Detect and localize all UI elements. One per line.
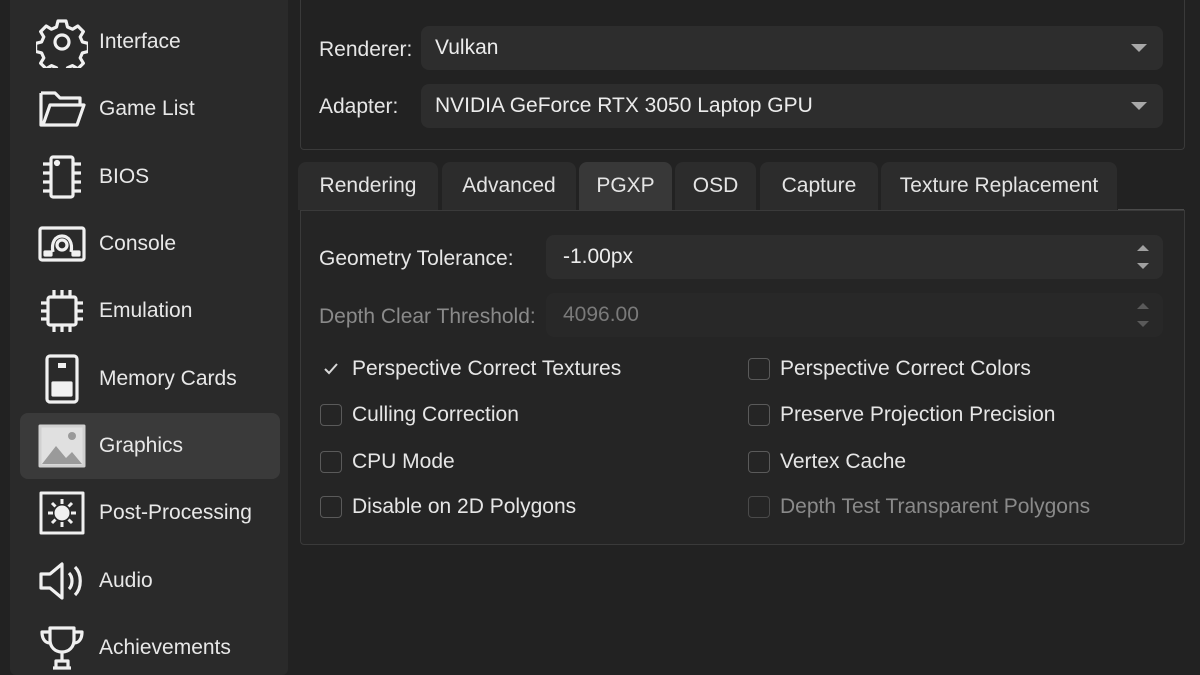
sidebar-item-game-list[interactable]: Game List	[20, 76, 280, 142]
tab-label: PGXP	[596, 174, 655, 197]
tab-pgxp[interactable]: PGXP	[579, 162, 672, 210]
depth-clear-threshold-spinbox[interactable]: 4096.00	[546, 293, 1163, 337]
sidebar-item-label: Post-Processing	[99, 501, 252, 524]
tab-capture[interactable]: Capture	[760, 162, 878, 210]
speaker-icon	[34, 553, 90, 609]
tab-label: OSD	[692, 174, 739, 197]
chevron-down-icon	[1131, 44, 1147, 52]
preserve-projection-precision-checkbox[interactable]: Preserve Projection Precision	[748, 403, 1055, 427]
sidebar-item-memory-cards[interactable]: Memory Cards	[20, 346, 280, 412]
disable-on-2d-polygons-checkbox[interactable]: Disable on 2D Polygons	[320, 495, 576, 519]
checkbox-box	[748, 496, 770, 518]
checkbox-label: Perspective Correct Textures	[352, 357, 622, 380]
checkbox-box	[320, 451, 342, 473]
pgxp-panel: Geometry Tolerance: -1.00px Depth Clear …	[300, 210, 1185, 545]
sidebar-item-bios[interactable]: BIOS	[20, 144, 280, 210]
renderer-select[interactable]: Vulkan	[421, 26, 1163, 70]
checkbox-label: Depth Test Transparent Polygons	[780, 495, 1091, 518]
sidebar-item-interface[interactable]: Interface	[20, 9, 280, 75]
folder-icon	[34, 81, 90, 137]
settings-sidebar: Interface Game List BIOS Console Emulati…	[10, 0, 288, 675]
renderer-label: Renderer:	[319, 38, 413, 61]
chevron-down-icon	[1131, 102, 1147, 110]
checkbox-label: Perspective Correct Colors	[780, 357, 1031, 380]
chip-icon	[34, 149, 90, 205]
sidebar-item-label: Audio	[99, 569, 153, 592]
tab-rendering[interactable]: Rendering	[298, 162, 438, 210]
tab-label: Advanced	[462, 174, 556, 197]
image-icon	[34, 418, 90, 474]
sidebar-item-post-processing[interactable]: Post-Processing	[20, 480, 280, 546]
sidebar-item-graphics[interactable]: Graphics	[20, 413, 280, 479]
spin-arrows-icon[interactable]	[1137, 243, 1149, 271]
cpu-mode-checkbox[interactable]: CPU Mode	[320, 450, 455, 474]
checkbox-box	[320, 404, 342, 426]
adapter-label: Adapter:	[319, 95, 399, 118]
memory-card-icon	[34, 351, 90, 407]
sidebar-item-label: Interface	[99, 30, 181, 53]
tab-osd[interactable]: OSD	[675, 162, 756, 210]
checkbox-box	[748, 404, 770, 426]
renderer-value: Vulkan	[435, 36, 499, 59]
tab-label: Rendering	[319, 174, 417, 197]
checkbox-label: Disable on 2D Polygons	[352, 495, 577, 518]
geometry-tolerance-value: -1.00px	[563, 245, 634, 268]
checkbox-box	[320, 496, 342, 518]
geometry-tolerance-label: Geometry Tolerance:	[319, 247, 514, 270]
sidebar-item-label: Achievements	[99, 636, 231, 659]
checkbox-label: Preserve Projection Precision	[780, 403, 1056, 426]
sidebar-item-label: Graphics	[99, 434, 184, 457]
sidebar-item-emulation[interactable]: Emulation	[20, 278, 280, 344]
perspective-correct-textures-checkbox[interactable]: Perspective Correct Textures	[320, 357, 621, 381]
renderer-group: Renderer: Vulkan Adapter: NVIDIA GeForce…	[300, 0, 1185, 150]
sidebar-item-label: BIOS	[99, 165, 150, 188]
vertex-cache-checkbox[interactable]: Vertex Cache	[748, 450, 906, 474]
checkbox-label: Culling Correction	[352, 403, 519, 426]
checkbox-label: Vertex Cache	[780, 450, 907, 473]
tab-label: Texture Replacement	[899, 174, 1099, 197]
sidebar-item-achievements[interactable]: Achievements	[20, 615, 280, 675]
gear-icon	[34, 14, 90, 70]
depth-clear-threshold-value: 4096.00	[563, 303, 639, 326]
sidebar-item-label: Memory Cards	[99, 367, 237, 390]
checkbox-box	[748, 451, 770, 473]
tab-texture-replacement[interactable]: Texture Replacement	[881, 162, 1117, 210]
sidebar-item-audio[interactable]: Audio	[20, 548, 280, 614]
sidebar-item-label: Game List	[99, 97, 195, 120]
tab-advanced[interactable]: Advanced	[442, 162, 576, 210]
spin-arrows-icon[interactable]	[1137, 301, 1149, 329]
tab-label: Capture	[781, 174, 857, 197]
checkbox-box	[748, 358, 770, 380]
adapter-value: NVIDIA GeForce RTX 3050 Laptop GPU	[435, 94, 813, 117]
depth-test-transparent-polygons-checkbox[interactable]: Depth Test Transparent Polygons	[748, 495, 1090, 519]
sidebar-item-label: Console	[99, 232, 177, 255]
adapter-select[interactable]: NVIDIA GeForce RTX 3050 Laptop GPU	[421, 84, 1163, 128]
checkbox-label: CPU Mode	[352, 450, 455, 473]
trophy-icon	[34, 620, 90, 675]
console-icon	[34, 216, 90, 272]
cpu-icon	[34, 283, 90, 339]
checkmark-icon	[320, 358, 342, 380]
depth-clear-threshold-label: Depth Clear Threshold:	[319, 305, 536, 328]
geometry-tolerance-spinbox[interactable]: -1.00px	[546, 235, 1163, 279]
culling-correction-checkbox[interactable]: Culling Correction	[320, 403, 519, 427]
sidebar-item-label: Emulation	[99, 299, 193, 322]
sidebar-item-console[interactable]: Console	[20, 211, 280, 277]
perspective-correct-colors-checkbox[interactable]: Perspective Correct Colors	[748, 357, 1031, 381]
brightness-icon	[34, 485, 90, 541]
